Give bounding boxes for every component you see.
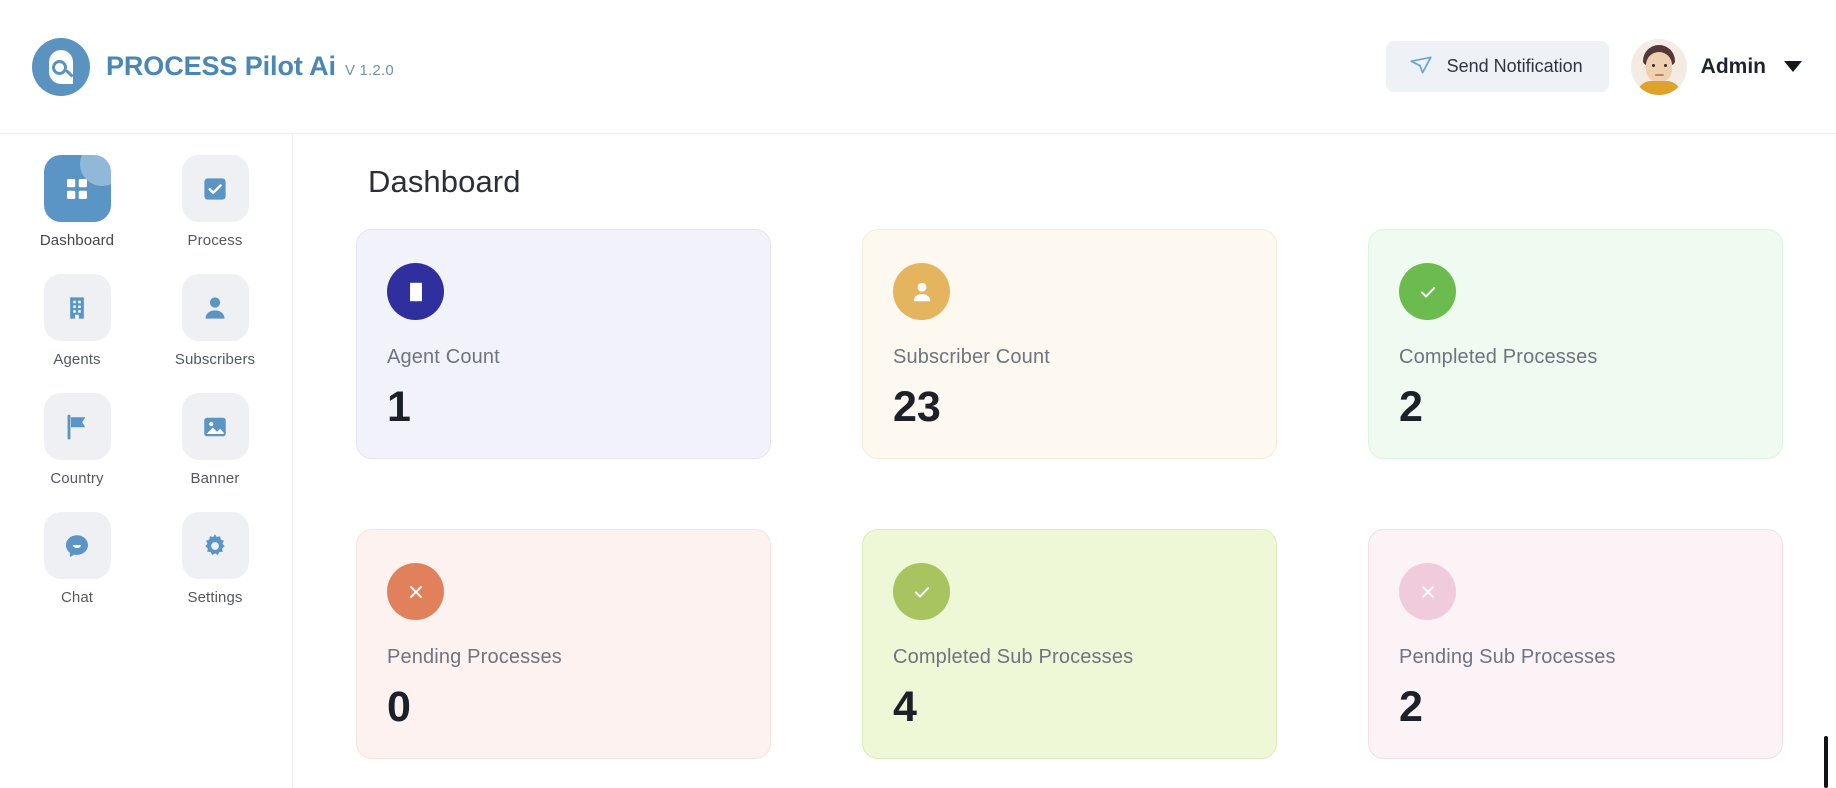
sidebar-item-label: Chat bbox=[60, 589, 94, 606]
gear-icon bbox=[200, 531, 230, 561]
check-icon bbox=[1399, 263, 1456, 320]
scrollbar[interactable] bbox=[1824, 736, 1828, 788]
stat-card-label: Pending Processes bbox=[387, 646, 562, 668]
stat-card-label: Subscriber Count bbox=[893, 346, 1050, 368]
sidebar-item-label: Process bbox=[187, 232, 243, 249]
building-icon bbox=[387, 263, 444, 320]
chevron-down-icon[interactable] bbox=[1784, 61, 1802, 72]
image-icon bbox=[200, 412, 230, 442]
stat-card-label: Completed Processes bbox=[1399, 346, 1598, 368]
stat-card-grid: Agent Count 1 Subscriber Count 23 Comple… bbox=[356, 229, 1800, 759]
sidebar-item-label: Settings bbox=[187, 589, 243, 606]
user-menu[interactable]: Admin bbox=[1630, 38, 1802, 95]
send-icon bbox=[1408, 52, 1434, 81]
sidebar-item-dashboard[interactable]: Dashboard bbox=[8, 155, 146, 249]
close-icon bbox=[387, 563, 444, 620]
stat-card[interactable]: Subscriber Count 23 bbox=[862, 229, 1277, 459]
sidebar-item-tile bbox=[43, 274, 111, 341]
person-icon bbox=[200, 293, 230, 323]
stat-card-label: Pending Sub Processes bbox=[1399, 646, 1616, 668]
stat-card[interactable]: Completed Sub Processes 4 bbox=[862, 529, 1277, 759]
sidebar-item-settings[interactable]: Settings bbox=[146, 512, 284, 606]
stat-card[interactable]: Pending Sub Processes 2 bbox=[1368, 529, 1783, 759]
sidebar-item-chat[interactable]: Chat bbox=[8, 512, 146, 606]
person-icon bbox=[893, 263, 950, 320]
check-icon bbox=[893, 563, 950, 620]
sidebar-item-label: Subscribers bbox=[174, 351, 256, 368]
stat-card[interactable]: Agent Count 1 bbox=[356, 229, 771, 459]
stat-card-label: Agent Count bbox=[387, 346, 500, 368]
header-actions: Send Notification Admin bbox=[1385, 38, 1802, 95]
sidebar-item-tile bbox=[181, 155, 249, 222]
sidebar: Dashboard Process Agents Subscribers Cou… bbox=[0, 134, 293, 788]
close-icon bbox=[1399, 563, 1456, 620]
flag-icon bbox=[62, 412, 92, 442]
sidebar-item-country[interactable]: Country bbox=[8, 393, 146, 487]
grid-icon bbox=[62, 174, 92, 204]
stat-card-value: 1 bbox=[387, 383, 411, 431]
sidebar-item-tile bbox=[181, 512, 249, 579]
sidebar-item-label: Dashboard bbox=[39, 232, 115, 249]
sidebar-item-process[interactable]: Process bbox=[146, 155, 284, 249]
brand: PROCESS Pilot Ai V 1.2.0 bbox=[32, 37, 394, 96]
sidebar-item-banner[interactable]: Banner bbox=[146, 393, 284, 487]
main-content: Dashboard Agent Count 1 Subscriber Count… bbox=[294, 134, 1836, 788]
stat-card-value: 2 bbox=[1399, 383, 1423, 431]
sidebar-item-label: Agents bbox=[53, 351, 101, 368]
stat-card[interactable]: Completed Processes 2 bbox=[1368, 229, 1783, 459]
app-header: PROCESS Pilot Ai V 1.2.0 Send Notificati… bbox=[0, 0, 1836, 134]
sidebar-item-tile bbox=[43, 393, 111, 460]
sidebar-nav-grid: Dashboard Process Agents Subscribers Cou… bbox=[0, 155, 292, 606]
sidebar-item-label: Country bbox=[50, 470, 104, 487]
user-name: Admin bbox=[1700, 54, 1766, 78]
send-notification-label: Send Notification bbox=[1446, 56, 1583, 76]
page-title: Dashboard bbox=[368, 164, 521, 199]
sidebar-item-agents[interactable]: Agents bbox=[8, 274, 146, 368]
sidebar-item-subscribers[interactable]: Subscribers bbox=[146, 274, 284, 368]
sidebar-item-tile bbox=[181, 274, 249, 341]
building-icon bbox=[62, 293, 92, 323]
stat-card-value: 23 bbox=[893, 383, 941, 431]
checkbox-icon bbox=[200, 174, 230, 204]
stat-card-value: 0 bbox=[387, 683, 411, 731]
sidebar-item-tile bbox=[181, 393, 249, 460]
sidebar-item-label: Banner bbox=[190, 470, 240, 487]
app-version: V 1.2.0 bbox=[344, 62, 394, 79]
chat-bubble-icon bbox=[62, 531, 92, 561]
stat-card[interactable]: Pending Processes 0 bbox=[356, 529, 771, 759]
stat-card-value: 4 bbox=[893, 683, 917, 731]
stat-card-label: Completed Sub Processes bbox=[893, 646, 1134, 668]
stat-card-value: 2 bbox=[1399, 683, 1423, 731]
send-notification-button[interactable]: Send Notification bbox=[1385, 41, 1609, 92]
sidebar-item-tile bbox=[43, 155, 111, 222]
app-logo-icon bbox=[32, 37, 90, 96]
app-title: PROCESS Pilot Ai bbox=[106, 51, 336, 81]
avatar bbox=[1630, 38, 1687, 95]
sidebar-item-tile bbox=[43, 512, 111, 579]
